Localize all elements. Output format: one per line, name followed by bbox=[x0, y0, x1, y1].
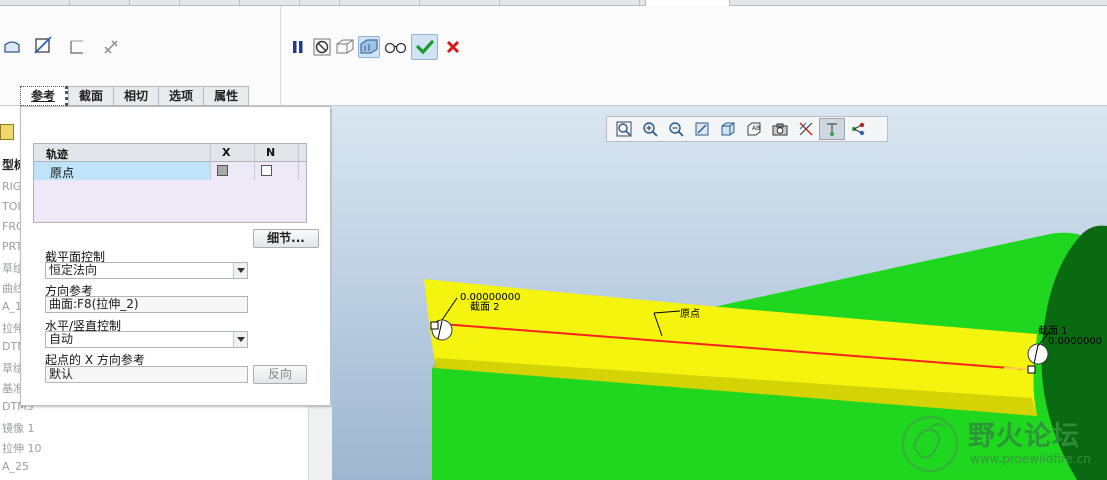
hv-control-value: 自动 bbox=[49, 332, 74, 346]
column-divider bbox=[254, 144, 255, 180]
trajectory-row[interactable]: 原点 bbox=[34, 162, 306, 180]
trajectory-name: 原点 bbox=[50, 166, 75, 180]
dashboard-tabs: 参考 截面 相切 选项 属性 bbox=[20, 86, 250, 106]
ok-check-icon[interactable] bbox=[411, 34, 438, 60]
trajectory-table: 轨迹 X N 原点 bbox=[33, 143, 307, 223]
slope-line-icon[interactable] bbox=[32, 34, 54, 56]
header-n: N bbox=[266, 146, 276, 159]
preview-geometry-icon[interactable] bbox=[358, 36, 380, 58]
chevron-down-icon[interactable] bbox=[233, 332, 247, 347]
view-toolbar: AB bbox=[606, 116, 888, 142]
ribbon-separator bbox=[280, 6, 281, 106]
column-divider bbox=[298, 144, 299, 180]
repaint-icon[interactable] bbox=[689, 118, 715, 140]
origin-label: 原点 bbox=[680, 309, 700, 320]
header-x: X bbox=[222, 146, 231, 159]
section1-handle[interactable] bbox=[1027, 365, 1036, 374]
datum-display-icon[interactable] bbox=[793, 118, 819, 140]
saved-views-icon[interactable]: AB bbox=[741, 118, 767, 140]
start-x-reference-field[interactable]: 默认 bbox=[45, 366, 248, 383]
tree-folder-icon[interactable] bbox=[0, 124, 14, 140]
tree-item[interactable]: 拉伸 10 bbox=[2, 440, 42, 456]
direction-reference-field[interactable]: 曲面:F8(拉伸_2) bbox=[45, 296, 248, 313]
tree-item[interactable]: 镜像 1 bbox=[2, 420, 35, 436]
section2-name-label: 截面 2 bbox=[470, 302, 500, 313]
forum-watermark: 野火论坛 www.proewildfire.cn bbox=[900, 406, 1107, 480]
pause-icon[interactable] bbox=[287, 36, 309, 58]
chevron-down-icon[interactable] bbox=[233, 263, 247, 278]
x-checkbox[interactable] bbox=[217, 165, 228, 176]
n-checkbox[interactable] bbox=[261, 165, 272, 176]
tree-item[interactable]: A_25 bbox=[2, 460, 29, 473]
annotation-icon[interactable] bbox=[819, 118, 845, 140]
section-plane-control-value: 恒定法向 bbox=[49, 263, 98, 277]
display-style-icon[interactable] bbox=[715, 118, 741, 140]
arrows-icon[interactable] bbox=[100, 36, 122, 58]
tab-options[interactable]: 选项 bbox=[158, 86, 204, 106]
watermark-logo-icon bbox=[901, 415, 959, 473]
tree-item[interactable]: RIG bbox=[2, 180, 21, 193]
tab-sections[interactable]: 截面 bbox=[68, 86, 114, 106]
glasses-icon[interactable] bbox=[384, 36, 406, 58]
corner-icon[interactable] bbox=[66, 36, 88, 58]
trajectory-table-header: 轨迹 X N bbox=[34, 144, 306, 162]
flip-button[interactable]: 反向 bbox=[253, 365, 307, 384]
camera-icon[interactable] bbox=[767, 118, 793, 140]
details-button[interactable]: 细节... bbox=[253, 229, 319, 248]
graphics-viewport[interactable]: 0.00000000 截面 2 原点 截面 1 0.0000000 AB 野火论… bbox=[332, 106, 1107, 480]
watermark-url: www.proewildfire.cn bbox=[970, 452, 1091, 466]
references-panel: 轨迹 X N 原点 细节... 截平面控制 恒定法向 方向参考 曲面:F8(拉伸… bbox=[20, 106, 331, 406]
tab-properties[interactable]: 属性 bbox=[203, 86, 250, 106]
tab-references[interactable]: 参考 bbox=[20, 86, 69, 106]
verify-3d-icon[interactable] bbox=[334, 36, 356, 58]
zoom-in-icon[interactable] bbox=[637, 118, 663, 140]
section1-name-label: 截面 1 bbox=[1038, 326, 1068, 337]
no-preview-icon[interactable] bbox=[311, 36, 333, 58]
section1-value-label: 0.0000000 bbox=[1048, 336, 1103, 347]
svg-text:AB: AB bbox=[752, 125, 760, 132]
column-divider bbox=[210, 144, 211, 180]
tree-item[interactable]: TOI bbox=[2, 200, 21, 213]
sweep-surface-icon[interactable] bbox=[1, 36, 23, 58]
hv-control-select[interactable]: 自动 bbox=[45, 331, 248, 348]
zoom-out-icon[interactable] bbox=[663, 118, 689, 140]
header-trajectory: 轨迹 bbox=[46, 148, 68, 161]
spin-center-icon[interactable] bbox=[845, 118, 871, 140]
cancel-x-icon[interactable] bbox=[442, 36, 464, 58]
section-plane-control-select[interactable]: 恒定法向 bbox=[45, 262, 248, 279]
refit-icon[interactable] bbox=[611, 118, 637, 140]
watermark-title: 野火论坛 bbox=[968, 421, 1080, 452]
section2-handle[interactable] bbox=[430, 321, 439, 330]
tab-tangency[interactable]: 相切 bbox=[113, 86, 159, 106]
